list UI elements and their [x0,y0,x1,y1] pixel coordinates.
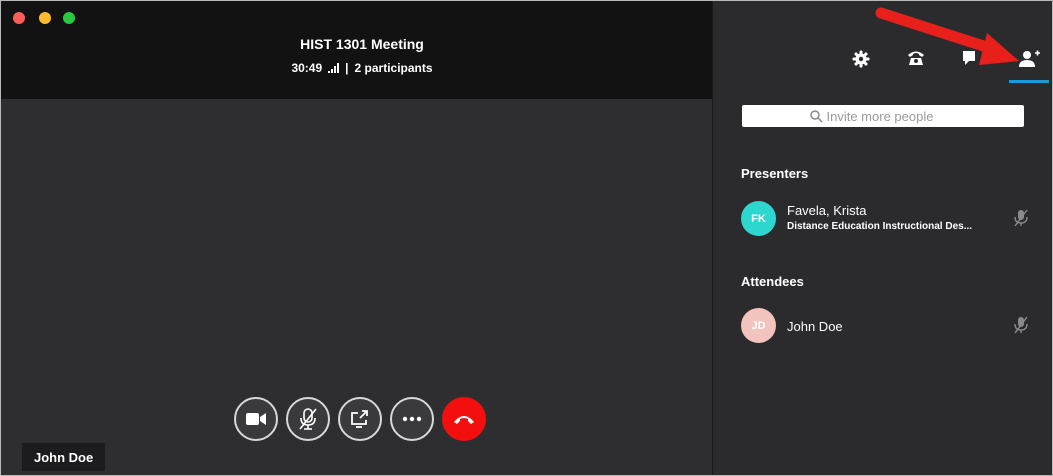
end-call-button[interactable] [442,397,486,441]
participant-title: Distance Education Instructional Des... [787,221,973,232]
share-screen-icon [351,410,368,428]
self-name-tag: John Doe [22,443,106,471]
chat-tab[interactable] [961,50,977,71]
participant-count: 2 participants [354,61,433,75]
active-tab-indicator [1009,80,1049,83]
phone-icon [908,51,924,65]
minimize-window-button[interactable] [39,12,51,24]
chat-icon [963,51,975,65]
end-call-icon [454,416,474,424]
zoom-window-button[interactable] [63,12,75,24]
video-camera-icon [246,413,266,425]
meeting-title: HIST 1301 Meeting [300,36,424,52]
add-person-icon [1019,50,1040,67]
invite-search[interactable] [742,105,1024,127]
close-window-button[interactable] [13,12,25,24]
video-button[interactable] [234,397,278,441]
muted-mic-icon [1013,209,1029,232]
presenters-heading: Presenters [741,166,809,181]
participants-tab[interactable] [1018,50,1040,73]
more-icon [402,416,422,422]
participants-panel: Presenters FK Favela, Krista Distance Ed… [712,1,1052,475]
attendee-row[interactable]: JD John Doe [741,308,1031,344]
participant-name: John Doe [787,319,843,334]
signal-strength-icon [328,63,340,73]
gear-icon [852,50,870,68]
mute-button[interactable] [286,397,330,441]
avatar: FK [741,201,776,236]
microphone-muted-icon [299,408,317,430]
title-bar: HIST 1301 Meeting 30:49 | 2 participants [1,1,712,99]
video-stage: HIST 1301 Meeting 30:49 | 2 participants [1,1,712,475]
more-options-button[interactable] [390,397,434,441]
avatar: JD [741,308,776,343]
participant-name: Favela, Krista [787,203,867,218]
status-separator: | [345,61,349,75]
audio-tab[interactable] [907,50,925,71]
muted-mic-icon [1013,316,1029,339]
call-controls [234,397,486,441]
elapsed-time: 30:49 [291,61,323,75]
invite-input[interactable] [826,108,957,124]
app-window: HIST 1301 Meeting 30:49 | 2 participants [0,0,1053,476]
search-icon [809,109,823,123]
attendees-heading: Attendees [741,274,804,289]
share-screen-button[interactable] [338,397,382,441]
presenter-row[interactable]: FK Favela, Krista Distance Education Ins… [741,201,1031,237]
meeting-status: 30:49 | 2 participants [1,61,723,75]
settings-tab[interactable] [852,50,870,73]
